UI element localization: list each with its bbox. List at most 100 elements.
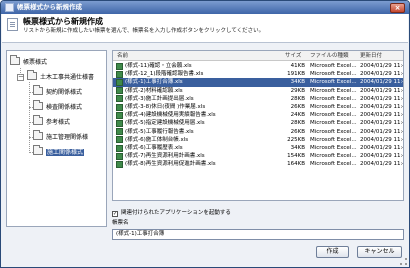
tree-node[interactable]: 契約関係様式 [33,85,82,98]
file-name: (様式-11)確認・立会願.xls [125,63,192,69]
resize-grip[interactable] [400,258,407,265]
file-type: Microsoft Excel... [310,71,357,78]
tree-node[interactable]: 参考様式 [33,115,70,128]
tree-node[interactable]: 検査関係様式 [33,100,83,113]
excel-file-icon [116,152,123,160]
file-type: Microsoft Excel... [310,87,357,94]
tree-connector [20,68,21,77]
list-item[interactable]: (様式-6)工事履歴表.xls 34KB Microsoft Excel... 200… [113,144,403,152]
file-date: 2004/01/29 11:4 [360,161,404,168]
file-date: 2004/01/29 11:4 [360,87,404,94]
excel-file-icon [116,128,123,136]
file-date: 2004/01/29 11:4 [360,71,404,78]
name-label: 帳票名 [112,220,129,226]
template-list[interactable]: 名前 サイズ ファイルの種類 更新日付 (様式-11)確認・立会願.xls 41K… [112,50,404,201]
excel-file-icon [116,160,123,168]
list-item[interactable]: (様式-3-8)休日(夜間 )作業届.xls 26KB Microsoft Exce… [113,103,403,111]
column-header-name[interactable]: 名前 [117,51,128,61]
file-name: (様式-12_1)段階確認報告書.xls [125,71,204,78]
file-size: 28KB [290,120,305,127]
file-name: (様式-1)工事打合簿.xls [125,79,183,86]
dialog-header: 帳票様式から新規作成 リストから新規に作成したい帳票を選んで、帳票名を入力し作成… [2,14,408,43]
excel-file-icon [116,78,123,86]
file-name: (様式-6)工事履歴表.xls [125,145,183,151]
folder-icon [33,145,43,155]
tree-connector [29,122,33,123]
tree-node[interactable]: 施工管理関係様 [33,130,89,143]
tree-connector [29,152,33,153]
list-item[interactable]: (様式-5)指定建設機械使用届.xls 28KB Microsoft Excel..… [113,119,403,127]
tree-node[interactable]: 帳票様式 [10,55,47,68]
close-button[interactable]: × [390,3,405,13]
cancel-button[interactable]: キャンセル [357,246,402,258]
file-size: 29KB [290,87,305,94]
launch-app-checkbox[interactable]: ✓ [112,211,118,217]
file-name: (様式-5)工事履行報告書.xls [125,128,194,135]
file-type: Microsoft Excel... [310,136,357,143]
column-header-type[interactable]: ファイルの種類 [310,51,349,61]
file-name: (様式-8)再生資源利用促進計画書.xls [125,161,216,168]
column-header-size[interactable]: サイズ [285,51,301,61]
tree-node-label: 検査関係様式 [46,104,83,111]
list-item[interactable]: (様式-2)材料確認願.xls 29KB Microsoft Excel... 200… [113,87,403,95]
tree-node[interactable]: 施工関係様式 [33,145,85,158]
list-item[interactable]: (様式-8)再生資源利用促進計画書.xls 164KB Microsoft Exce… [113,160,403,168]
file-size: 28KB [290,95,305,102]
file-size: 34KB [290,79,305,86]
list-item[interactable]: (様式-5)工事履行報告書.xls 26KB Microsoft Excel... 2… [113,128,403,136]
document-icon [7,18,18,31]
file-date: 2004/01/29 11:4 [360,95,404,102]
tree-node-label: 土木工事共通仕様書 [40,74,95,81]
dialog-window: 帳票様式から新規作成 × 帳票様式から新規作成 リストから新規に作成したい帳票を… [0,0,410,268]
category-tree[interactable]: 帳票様式－土木工事共通仕様書 契約関係様式 検査関係様式 参考様式 施工管理関係様 施工関… [6,50,107,227]
title-bar[interactable]: 帳票様式から新規作成 × [1,1,409,14]
window-title: 帳票様式から新規作成 [17,3,82,11]
file-date: 2004/01/29 11:4 [360,104,404,110]
file-date: 2004/01/29 11:4 [360,120,404,127]
excel-file-icon [116,70,123,78]
file-name: (様式-4)建設機械使用実績報告書.xls [125,112,216,119]
excel-file-icon [116,119,123,127]
list-item[interactable]: (様式-7)再生資源利用計画書.xls 154KB Microsoft Excel.… [113,152,403,160]
file-type: Microsoft Excel... [310,63,357,69]
header-description: リストから新規に作成したい帳票を選んで、帳票名を入力し作成ボタンをクリックしてく… [23,28,265,34]
file-size: 34KB [290,145,305,151]
tree-connector [29,92,33,93]
list-item[interactable]: (様式-1)工事打合簿.xls 34KB Microsoft Excel... 200… [113,78,403,87]
tree-connector [29,107,33,108]
file-size: 24KB [290,112,305,119]
excel-file-icon [116,144,123,152]
app-icon [5,3,14,12]
file-name: (様式-6)施工体制台帳.xls [125,136,189,143]
list-item[interactable]: (様式-6)施工体制台帳.xls 225KB Microsoft Excel... 2… [113,136,403,144]
list-item[interactable]: (様式-12_1)段階確認報告書.xls 191KB Microsoft Excel… [113,70,403,78]
tree-connector [29,137,33,138]
report-name-input[interactable]: (様式-1)工事打合簿 [112,229,404,240]
file-size: 154KB [287,153,305,160]
file-type: Microsoft Excel... [310,161,357,168]
list-item[interactable]: (様式-3)施工計画提出届.xls 28KB Microsoft Excel... 2… [113,95,403,103]
launch-app-option[interactable]: ✓ 関連付けられたアプリケーションを起動する [112,209,231,217]
tree-node-label: 施工管理関係様 [46,134,89,141]
list-item[interactable]: (様式-11)確認・立会願.xls 41KB Microsoft Excel... 2… [113,62,403,70]
create-button[interactable]: 作成 [316,246,349,258]
file-type: Microsoft Excel... [310,79,357,86]
folder-icon [33,85,43,95]
file-size: 26KB [290,128,305,135]
file-size: 26KB [290,104,305,110]
file-size: 191KB [287,71,305,78]
file-size: 225KB [287,136,305,143]
file-name: (様式-3)施工計画提出届.xls [125,95,194,102]
excel-file-icon [116,95,123,103]
file-name: (様式-7)再生資源利用計画書.xls [125,153,205,160]
file-type: Microsoft Excel... [310,104,357,110]
file-type: Microsoft Excel... [310,145,357,151]
file-date: 2004/01/29 11:4 [360,63,404,69]
column-header-date[interactable]: 更新日付 [360,51,382,61]
folder-icon [33,100,43,110]
excel-file-icon [116,103,123,111]
list-item[interactable]: (様式-4)建設機械使用実績報告書.xls 24KB Microsoft Excel… [113,111,403,119]
folder-icon [33,130,43,140]
file-date: 2004/01/29 11:4 [360,112,404,119]
excel-file-icon [116,87,123,95]
